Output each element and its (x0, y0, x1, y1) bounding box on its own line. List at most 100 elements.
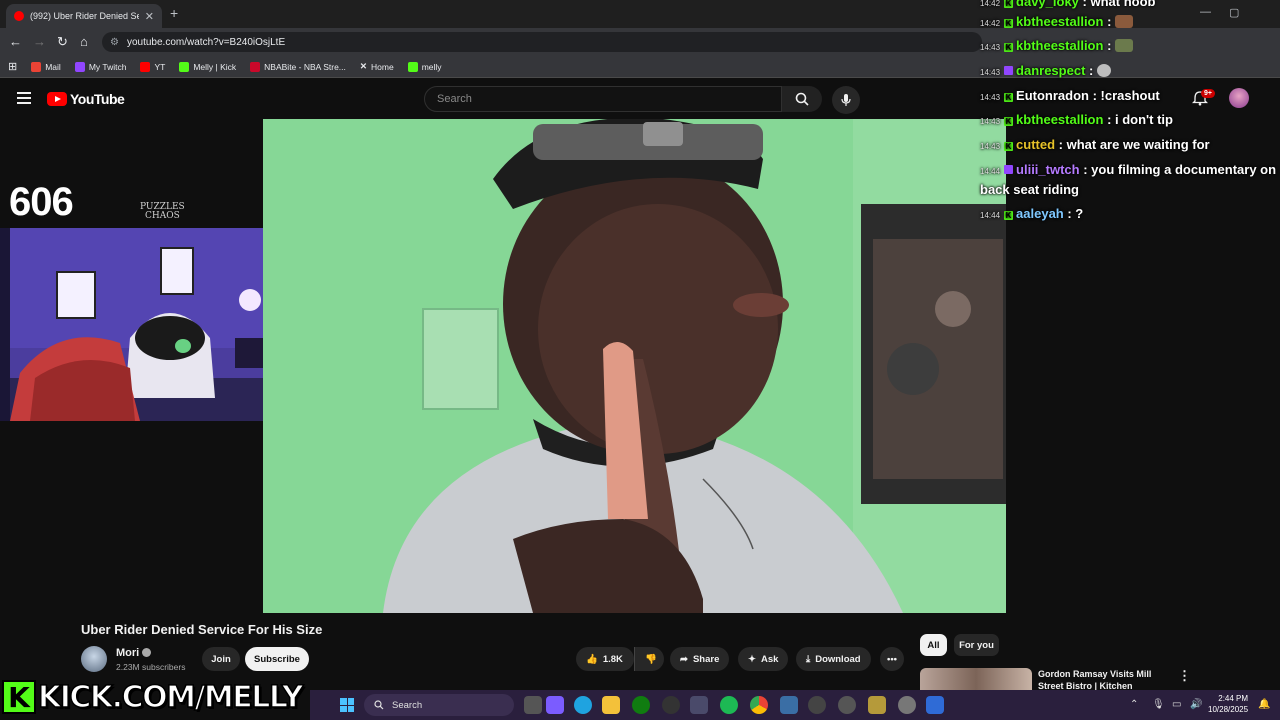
video-frame (263, 119, 1006, 613)
channel-name[interactable]: Mori (116, 647, 152, 659)
youtube-play-icon (47, 92, 67, 106)
video-title: Uber Rider Denied Service For His Size (81, 622, 323, 637)
chip-all[interactable]: All (920, 634, 947, 656)
video-player[interactable] (263, 119, 1006, 613)
kick-badge-icon: K (1004, 142, 1014, 151)
microphone-icon (841, 94, 851, 106)
recommended-title[interactable]: Gordon Ramsay Visits Mill Street Bistro … (1038, 668, 1168, 690)
back-icon[interactable]: ← (9, 34, 22, 49)
windows-taskbar: Search ⌃ 🎙 ▭ 🔊 2:44 PM 10/28/2025 🔔 (310, 690, 1280, 720)
chat-username: davy_loky (1016, 0, 1079, 9)
chat-username: kbtheestallion (1016, 38, 1104, 53)
search-input[interactable]: Search (424, 86, 782, 112)
url-field[interactable]: ⚙ youtube.com/watch?v=B240iOsjLtE (102, 32, 982, 52)
bookmark-yt[interactable]: YT (140, 61, 165, 72)
chat-username: aaleyah (1016, 206, 1064, 221)
chat-username: danrespect (1016, 63, 1086, 78)
more-actions-button[interactable]: ••• (880, 647, 904, 671)
more-horizontal-icon: ••• (887, 653, 897, 665)
bookmark-melly[interactable]: melly (407, 61, 442, 72)
puzzles-chaos-logo: PUZZLES CHAOS (140, 202, 185, 221)
microphone-icon[interactable]: 🎙 (1152, 699, 1165, 710)
menu-icon[interactable] (17, 92, 31, 104)
task-view-icon[interactable] (524, 696, 542, 714)
subscriber-count: 2.23M subscribers (116, 662, 186, 672)
thumbs-down-icon: 👎 (645, 653, 657, 665)
chat-username: cutted (1016, 137, 1056, 152)
share-button[interactable]: ➦ Share (670, 647, 730, 671)
network-icon[interactable]: ▭ (1172, 699, 1181, 710)
settings-icon[interactable] (898, 696, 916, 714)
file-explorer-icon[interactable] (602, 696, 620, 714)
download-icon: ⤓ (806, 653, 811, 665)
app-icon[interactable] (838, 696, 856, 714)
kick-watermark: K KICK.COM/MELLY (2, 678, 304, 716)
voice-search-button[interactable] (832, 86, 860, 114)
chat-username: kbtheestallion (1016, 112, 1104, 127)
copilot-icon[interactable] (546, 696, 564, 714)
taskbar-search[interactable]: Search (364, 694, 514, 716)
chat-text: back seat riding (980, 182, 1079, 197)
channel-avatar[interactable] (81, 646, 107, 672)
app-icon[interactable] (868, 696, 886, 714)
media-player-icon[interactable] (808, 696, 826, 714)
recommended-thumbnail[interactable] (920, 668, 1032, 690)
tab-youtube[interactable]: (992) Uber Rider Denied Servic ✕ (6, 4, 162, 28)
search-button[interactable] (782, 86, 822, 112)
apps-grid-icon[interactable]: ⊞ (8, 60, 17, 73)
chat-message: 14:43 Kkbtheestallion : (980, 38, 1134, 53)
windows-start-icon[interactable] (340, 698, 354, 712)
volume-icon[interactable]: 🔊 (1190, 699, 1202, 710)
chat-username: uliii_twtch (1016, 162, 1080, 177)
chat-text: ? (1075, 206, 1084, 221)
bookmark-home[interactable]: ✕ Home (360, 61, 394, 72)
bookmark-melly-kick[interactable]: Melly | Kick (179, 61, 236, 72)
taskbar-clock[interactable]: 2:44 PM 10/28/2025 (1208, 693, 1248, 715)
chrome-icon[interactable] (750, 696, 768, 714)
kick-badge-icon: K (1004, 93, 1014, 102)
join-button[interactable]: Join (202, 647, 240, 671)
chip-for-you[interactable]: For you (954, 634, 999, 656)
new-tab-icon[interactable]: + (170, 5, 178, 21)
tray-chevron-icon[interactable]: ⌃ (1130, 699, 1138, 710)
home-icon[interactable]: ⌂ (80, 34, 88, 49)
bookmark-my-twitch[interactable]: My Twitch (74, 61, 126, 72)
kick-logo-icon: K (2, 680, 36, 714)
kick-badge-icon: K (1004, 19, 1014, 28)
emote-icon (1115, 15, 1134, 28)
close-tab-icon[interactable]: ✕ (145, 10, 154, 23)
more-vertical-icon[interactable]: ⋮ (1178, 668, 1191, 684)
edge-icon[interactable] (574, 696, 592, 714)
xbox-icon[interactable] (632, 696, 650, 714)
youtube-logo[interactable]: YouTube (47, 91, 125, 107)
bookmark-mail[interactable]: Mail (31, 61, 61, 72)
sparkle-icon: ✦ (748, 653, 756, 665)
gmail-icon (31, 61, 42, 72)
site-info-icon[interactable]: ⚙ (110, 37, 119, 48)
dislike-button[interactable]: 👎 (634, 647, 664, 671)
ask-button[interactable]: ✦ Ask (738, 647, 789, 671)
download-button[interactable]: ⤓ Download (796, 647, 871, 671)
notifications-icon[interactable]: 🔔 (1258, 699, 1270, 710)
chat-message: 14:43 Kkbtheestallion : i don't tip (980, 112, 1173, 127)
tab-title: (992) Uber Rider Denied Servic (30, 11, 139, 21)
spotify-icon[interactable] (720, 696, 738, 714)
chat-message: 14:44 uliii_twtch : you filming a documen… (980, 162, 1277, 177)
youtube-wordmark: YouTube (70, 91, 125, 107)
bookmark-nbabite[interactable]: NBABite - NBA Stre... (250, 61, 346, 72)
chat-text: what noob (1090, 0, 1156, 9)
github-icon[interactable] (662, 696, 680, 714)
like-button[interactable]: 👍 1.8K (576, 647, 634, 671)
reload-icon[interactable]: ↻ (57, 34, 68, 50)
twitch-icon (74, 61, 85, 72)
chat-text: what are we waiting for (1066, 137, 1210, 152)
microsoft-store-icon[interactable] (690, 696, 708, 714)
forward-icon[interactable]: → (33, 34, 46, 49)
search-placeholder: Search (437, 93, 472, 105)
subscribe-button[interactable]: Subscribe (245, 647, 309, 671)
twitch-badge-icon (1004, 165, 1014, 174)
kick-url-text: KICK.COM/MELLY (37, 679, 304, 716)
app-icon[interactable] (780, 696, 798, 714)
search-icon (374, 700, 384, 710)
app-icon[interactable] (926, 696, 944, 714)
